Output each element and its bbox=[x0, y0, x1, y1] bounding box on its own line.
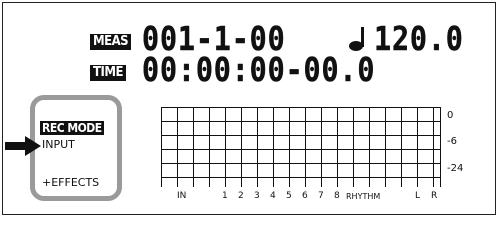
channel-label-2: 2 bbox=[238, 191, 244, 201]
channel-label-3: 3 bbox=[254, 191, 260, 201]
db-label-0: 0 bbox=[447, 110, 454, 121]
rec-mode-option-effects[interactable]: +EFFECTS bbox=[42, 176, 99, 189]
channel-label-8: 8 bbox=[334, 191, 340, 201]
channel-label-7: 7 bbox=[318, 191, 324, 201]
lcd-screen: MEAS 001-1-00 120.0 TIME 00:00:00-00.0 R… bbox=[0, 0, 498, 217]
level-meter-grid bbox=[161, 107, 441, 187]
channel-label-5: 5 bbox=[286, 191, 292, 201]
channel-label-l: L bbox=[415, 191, 421, 201]
channel-label-in: IN bbox=[177, 191, 187, 201]
db-label-minus6: -6 bbox=[447, 136, 457, 147]
channel-label-6: 6 bbox=[302, 191, 308, 201]
meas-label: MEAS bbox=[90, 34, 132, 50]
channel-label-1: 1 bbox=[222, 191, 228, 201]
channel-label-rhythm: RHYTHM bbox=[346, 192, 381, 201]
channel-label-r: R bbox=[431, 191, 438, 201]
db-label-minus24: -24 bbox=[447, 163, 464, 174]
channel-label-4: 4 bbox=[270, 191, 276, 201]
time-readout: 00:00:00-00.0 bbox=[142, 50, 376, 89]
rec-mode-option-input[interactable]: INPUT bbox=[42, 138, 75, 151]
selection-arrow-icon bbox=[5, 136, 41, 160]
time-label: TIME bbox=[90, 65, 126, 81]
tempo-readout: 120.0 bbox=[374, 19, 464, 58]
rec-mode-title: REC MODE bbox=[40, 121, 104, 135]
